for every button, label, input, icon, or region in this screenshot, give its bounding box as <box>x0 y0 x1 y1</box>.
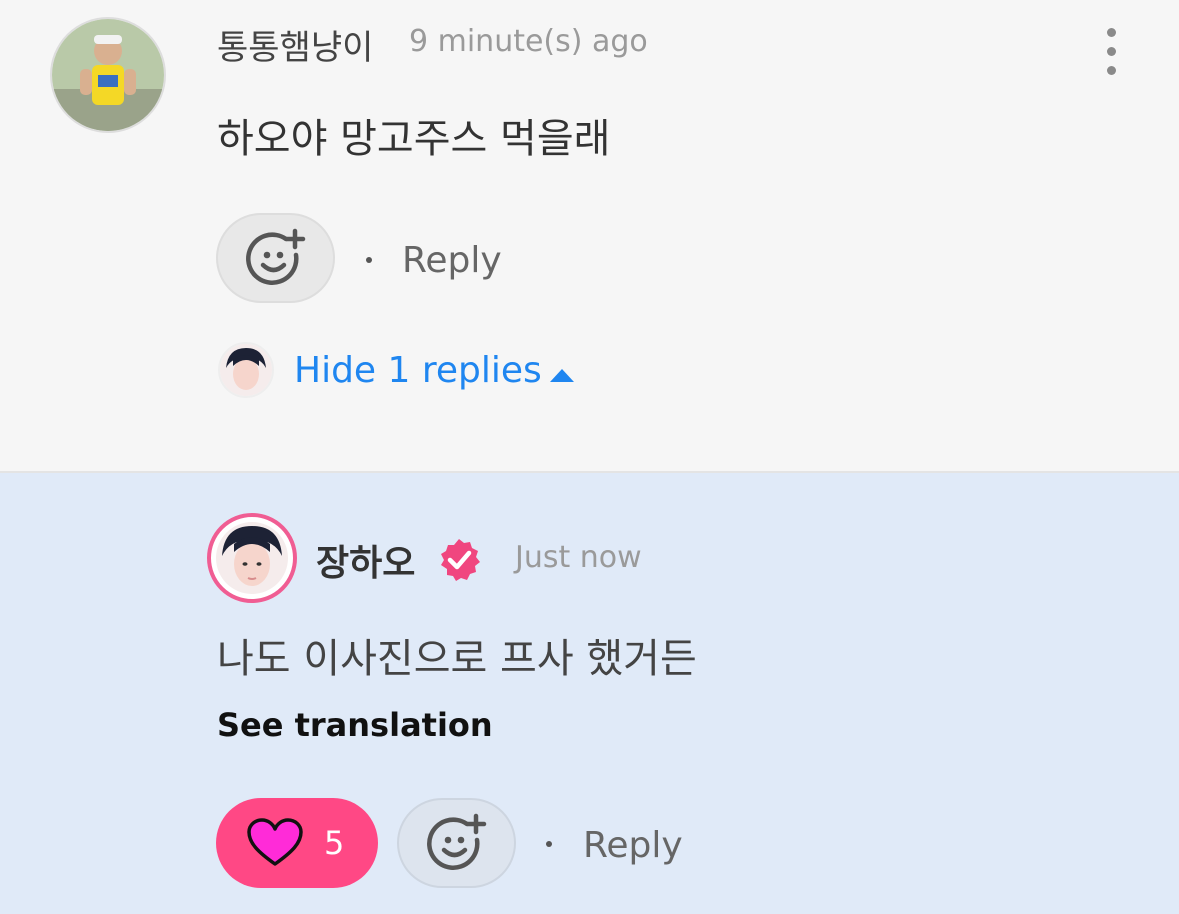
parent-comment <box>0 0 1179 472</box>
add-emoji-icon <box>245 228 305 285</box>
reply-username[interactable]: 장하오 <box>316 534 415 586</box>
add-reaction-button[interactable] <box>397 798 516 888</box>
more-vertical-icon[interactable] <box>1093 22 1129 82</box>
reply-avatar[interactable] <box>207 513 297 603</box>
add-emoji-icon <box>426 813 486 870</box>
reply-timestamp: Just now <box>515 540 642 575</box>
like-button[interactable]: 5 <box>216 798 378 888</box>
hide-replies-toggle[interactable]: Hide 1 replies <box>294 350 542 391</box>
separator-dot <box>366 257 372 263</box>
comment-timestamp: 9 minute(s) ago <box>409 24 648 59</box>
verified-badge-icon <box>441 539 480 581</box>
reply-text: 나도 이사진으로 프사 했거든 <box>217 636 697 682</box>
like-count: 5 <box>324 824 345 862</box>
separator-dot <box>546 841 552 847</box>
replier-avatar <box>218 342 274 398</box>
heart-icon <box>247 818 303 866</box>
comment-text: 하오야 망고주스 먹을래 <box>217 116 611 162</box>
reply-button[interactable]: Reply <box>402 240 502 281</box>
add-reaction-button[interactable] <box>216 213 335 303</box>
caret-up-icon[interactable] <box>550 369 574 382</box>
comment-username[interactable]: 통통햄냥이 <box>217 20 373 69</box>
reply-button[interactable]: Reply <box>583 825 683 866</box>
see-translation-link[interactable]: See translation <box>217 706 493 744</box>
avatar[interactable] <box>50 17 166 133</box>
